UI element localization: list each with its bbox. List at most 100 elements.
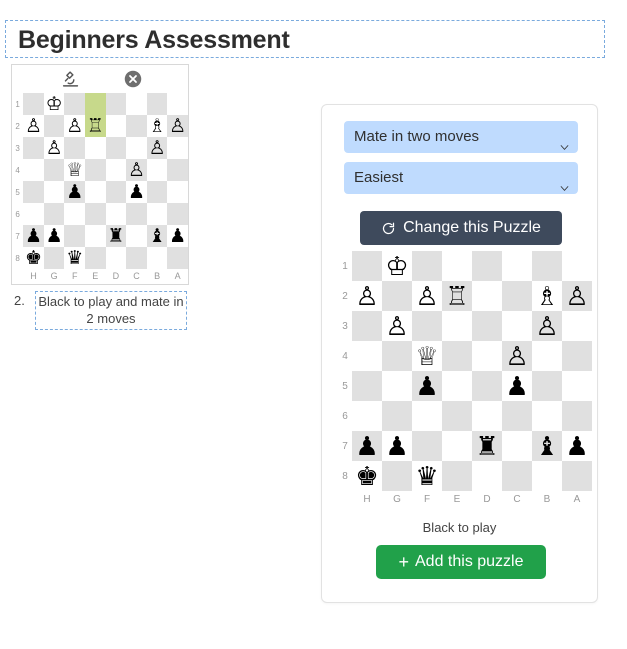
right-chess-board[interactable]: 1 ♔ 2 ♙ ♙ ♖ ♗ ♙ 3 ♙ ♙ 4 ♕ ♙ 5 ♟ ♟ 6 7 ♟ ♟ ♜ ♝ ♟ 8 ♚ ♛ HGFEDCBA [338,251,592,507]
square-D7[interactable]: ♜ [105,225,127,247]
square-B5[interactable] [146,181,168,203]
square-D6[interactable] [472,401,502,431]
square-A8[interactable] [562,461,592,491]
square-A3[interactable] [562,311,592,341]
square-A7[interactable]: ♟ [562,431,592,461]
white-pawn-C4[interactable]: ♙ [505,343,528,369]
square-B7[interactable]: ♝ [532,431,562,461]
square-F6[interactable] [64,203,86,225]
square-G8[interactable] [43,247,65,269]
square-D1[interactable] [472,251,502,281]
square-E3[interactable] [85,137,106,159]
square-H2[interactable]: ♙ [352,281,382,311]
black-king-H8[interactable]: ♚ [355,463,378,489]
square-F7[interactable] [64,225,86,247]
white-pawn-B3[interactable]: ♙ [535,313,558,339]
white-rook-E2[interactable]: ♖ [445,283,468,309]
black-queen-F8[interactable]: ♛ [415,463,438,489]
white-bishop-B2[interactable]: ♗ [535,283,558,309]
close-circle-icon[interactable] [124,70,142,88]
square-E1[interactable] [442,251,472,281]
square-B7[interactable]: ♝ [146,225,168,247]
white-queen-F4[interactable]: ♕ [415,343,438,369]
square-A6[interactable] [167,203,188,225]
square-C4[interactable]: ♙ [502,341,532,371]
white-king-G1[interactable]: ♔ [385,253,408,279]
square-A5[interactable] [562,371,592,401]
black-rook-D7[interactable]: ♜ [107,227,124,246]
white-pawn-C4[interactable]: ♙ [128,161,145,180]
black-rook-D7[interactable]: ♜ [475,433,498,459]
square-F2[interactable]: ♙ [64,115,86,137]
black-bishop-B7[interactable]: ♝ [535,433,558,459]
square-E4[interactable] [85,159,106,181]
square-F5[interactable]: ♟ [64,181,86,203]
square-F1[interactable] [412,251,442,281]
square-B8[interactable] [146,247,168,269]
puzzle-difficulty-select[interactable]: Easiest [344,162,578,194]
white-rook-E2[interactable]: ♖ [87,117,104,136]
square-F4[interactable]: ♕ [64,159,86,181]
left-chess-board[interactable]: 1 ♔ 2 ♙ ♙ ♖ ♗ ♙ 3 ♙ ♙ 4 ♕ ♙ 5 ♟ ♟ 6 7 ♟ ♟ ♜ ♝ ♟ 8 ♚ ♛ HGFEDCBA [11,93,189,285]
square-H1[interactable] [352,251,382,281]
white-pawn-F2[interactable]: ♙ [415,283,438,309]
white-queen-F4[interactable]: ♕ [66,161,83,180]
square-E4[interactable] [442,341,472,371]
square-C6[interactable] [502,401,532,431]
square-A2[interactable]: ♙ [167,115,188,137]
square-C2[interactable] [502,281,532,311]
square-C8[interactable] [126,247,147,269]
square-F1[interactable] [64,93,86,115]
white-pawn-H2[interactable]: ♙ [355,283,378,309]
square-E6[interactable] [85,203,106,225]
square-C3[interactable] [502,311,532,341]
square-G3[interactable]: ♙ [43,137,65,159]
square-H5[interactable] [352,371,382,401]
square-B5[interactable] [532,371,562,401]
square-F8[interactable]: ♛ [64,247,86,269]
white-pawn-G3[interactable]: ♙ [385,313,408,339]
square-B6[interactable] [146,203,168,225]
square-E7[interactable] [85,225,106,247]
microscope-icon[interactable] [60,68,82,90]
square-D4[interactable] [105,159,127,181]
black-king-H8[interactable]: ♚ [25,249,42,268]
square-A8[interactable] [167,247,188,269]
page-title-editable-box[interactable]: Beginners Assessment [5,20,605,58]
square-D1[interactable] [105,93,127,115]
square-H1[interactable] [23,93,44,115]
black-bishop-B7[interactable]: ♝ [149,227,166,246]
square-E8[interactable] [85,247,106,269]
square-G6[interactable] [43,203,65,225]
square-G1[interactable]: ♔ [43,93,65,115]
square-C2[interactable] [126,115,147,137]
square-H3[interactable] [352,311,382,341]
square-F3[interactable] [64,137,86,159]
square-H5[interactable] [23,181,44,203]
square-E2[interactable]: ♖ [85,115,106,137]
square-E8[interactable] [442,461,472,491]
square-D7[interactable]: ♜ [472,431,502,461]
white-pawn-H2[interactable]: ♙ [25,117,42,136]
black-pawn-G7[interactable]: ♟ [385,433,408,459]
square-C5[interactable]: ♟ [126,181,147,203]
square-H6[interactable] [352,401,382,431]
square-B8[interactable] [532,461,562,491]
white-pawn-F2[interactable]: ♙ [66,117,83,136]
left-puzzle-caption[interactable]: Black to play and mate in 2 moves [35,291,187,330]
square-G4[interactable] [43,159,65,181]
square-D2[interactable] [105,115,127,137]
square-G4[interactable] [382,341,412,371]
square-F2[interactable]: ♙ [412,281,442,311]
square-E2[interactable]: ♖ [442,281,472,311]
square-H8[interactable]: ♚ [23,247,44,269]
white-pawn-B3[interactable]: ♙ [149,139,166,158]
white-pawn-A2[interactable]: ♙ [565,283,588,309]
square-B4[interactable] [532,341,562,371]
square-D6[interactable] [105,203,127,225]
square-D5[interactable] [472,371,502,401]
square-C6[interactable] [126,203,147,225]
square-H7[interactable]: ♟ [23,225,44,247]
square-A7[interactable]: ♟ [167,225,188,247]
square-F3[interactable] [412,311,442,341]
